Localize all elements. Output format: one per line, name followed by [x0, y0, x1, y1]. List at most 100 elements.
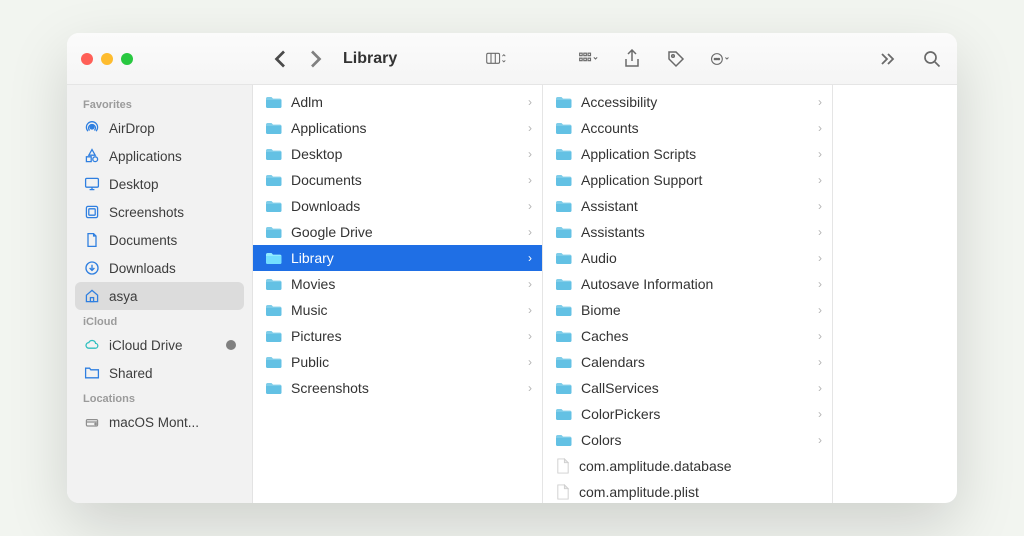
file-row[interactable]: com.amplitude.plist	[543, 479, 832, 503]
folder-row[interactable]: Documents›	[253, 167, 542, 193]
sidebar-section-title: iCloud	[75, 310, 244, 331]
item-name: Audio	[581, 250, 617, 266]
folder-row[interactable]: ColorPickers›	[543, 401, 832, 427]
item-name: Downloads	[291, 198, 360, 214]
folder-icon	[555, 303, 573, 317]
back-button[interactable]	[269, 47, 293, 71]
folder-row[interactable]: Audio›	[543, 245, 832, 271]
folder-row[interactable]: Caches›	[543, 323, 832, 349]
file-row[interactable]: com.amplitude.database	[543, 453, 832, 479]
item-name: Adlm	[291, 94, 323, 110]
chevron-right-icon: ›	[818, 303, 822, 317]
folder-row[interactable]: Application Scripts›	[543, 141, 832, 167]
folder-row[interactable]: Calendars›	[543, 349, 832, 375]
folder-row[interactable]: Application Support ›	[543, 167, 832, 193]
sidebar-item-icloud-drive[interactable]: iCloud Drive	[75, 331, 244, 359]
tags-button[interactable]	[665, 48, 687, 70]
column[interactable]: Accessibility›Accounts›Application Scrip…	[543, 85, 833, 503]
folder-row[interactable]: Accessibility ›	[543, 89, 832, 115]
folder-row[interactable]: Autosave Information›	[543, 271, 832, 297]
doc-icon	[83, 231, 101, 249]
sidebar-item-shared[interactable]: Shared	[75, 359, 244, 387]
sidebar-section-title: Favorites	[75, 93, 244, 114]
sidebar-item-asya[interactable]: asya	[75, 282, 244, 310]
item-name: com.amplitude.database	[579, 458, 732, 474]
folder-row[interactable]: Adlm ›	[253, 89, 542, 115]
folder-row[interactable]: Assistant›	[543, 193, 832, 219]
sidebar-item-applications[interactable]: Applications	[75, 142, 244, 170]
chevron-right-icon: ›	[818, 277, 822, 291]
folder-row[interactable]: Applications›	[253, 115, 542, 141]
share-button[interactable]	[621, 48, 643, 70]
folder-icon	[265, 199, 283, 213]
sidebar-item-airdrop[interactable]: AirDrop	[75, 114, 244, 142]
item-name: Library	[291, 250, 334, 266]
file-icon	[555, 483, 571, 501]
folder-row[interactable]: Colors›	[543, 427, 832, 453]
folder-row[interactable]: Accounts›	[543, 115, 832, 141]
folder-icon	[265, 225, 283, 239]
item-name: Google Drive	[291, 224, 373, 240]
folder-row[interactable]: Downloads ›	[253, 193, 542, 219]
folder-row[interactable]: Assistants›	[543, 219, 832, 245]
window-maximize-button[interactable]	[121, 53, 133, 65]
sidebar: FavoritesAirDrop Applications Desktop Scree…	[67, 85, 253, 503]
column[interactable]: Adlm›Applications›Desktop›Documents›Down…	[253, 85, 543, 503]
folder-row[interactable]: Google Drive›	[253, 219, 542, 245]
folder-row[interactable]: CallServices›	[543, 375, 832, 401]
window-body: FavoritesAirDrop Applications Desktop Scree…	[67, 85, 957, 503]
file-icon	[555, 457, 571, 475]
folder-row[interactable]: Desktop›	[253, 141, 542, 167]
chevron-right-icon: ›	[818, 381, 822, 395]
item-name: Accessibility	[581, 94, 657, 110]
folder-row[interactable]: Biome›	[543, 297, 832, 323]
chevron-right-icon: ›	[818, 95, 822, 109]
window-close-button[interactable]	[81, 53, 93, 65]
sidebar-item-downloads[interactable]: Downloads	[75, 254, 244, 282]
folder-row[interactable]: Pictures›	[253, 323, 542, 349]
forward-button[interactable]	[303, 47, 327, 71]
sidebar-item-documents[interactable]: Documents	[75, 226, 244, 254]
folder-icon	[555, 199, 573, 213]
sidebar-item-label: Desktop	[109, 177, 159, 192]
column-view: Adlm›Applications›Desktop›Documents›Down…	[253, 85, 957, 503]
window-minimize-button[interactable]	[101, 53, 113, 65]
sidebar-item-desktop[interactable]: Desktop	[75, 170, 244, 198]
folder-icon	[555, 225, 573, 239]
folder-row[interactable]: Movies›	[253, 271, 542, 297]
item-name: Public	[291, 354, 329, 370]
cloud-icon	[83, 336, 101, 354]
item-name: Application Support	[581, 172, 702, 188]
overflow-button[interactable]	[877, 48, 899, 70]
more-actions-button[interactable]	[709, 48, 731, 70]
sidebar-item-screenshots[interactable]: Screenshots	[75, 198, 244, 226]
item-name: Assistant	[581, 198, 638, 214]
chevron-right-icon: ›	[818, 433, 822, 447]
chevron-right-icon: ›	[528, 95, 532, 109]
item-name: Accounts	[581, 120, 639, 136]
chevron-right-icon: ›	[818, 173, 822, 187]
group-by-button[interactable]	[577, 48, 599, 70]
sidebar-item-label: Applications	[109, 149, 182, 164]
folder-icon	[265, 95, 283, 109]
shared-icon	[83, 364, 101, 382]
sidebar-item-label: macOS Mont...	[109, 415, 199, 430]
item-name: Calendars	[581, 354, 645, 370]
item-name: Pictures	[291, 328, 342, 344]
folder-row[interactable]: Music›	[253, 297, 542, 323]
chevron-right-icon: ›	[818, 407, 822, 421]
folder-row[interactable]: Library›	[253, 245, 542, 271]
sidebar-item-macos-mont[interactable]: macOS Mont...	[75, 408, 244, 436]
chevron-right-icon: ›	[528, 199, 532, 213]
search-button[interactable]	[921, 48, 943, 70]
folder-icon	[265, 121, 283, 135]
view-mode-button[interactable]	[485, 48, 507, 70]
home-icon	[83, 287, 101, 305]
item-name: Caches	[581, 328, 628, 344]
folder-row[interactable]: Screenshots›	[253, 375, 542, 401]
chevron-right-icon: ›	[528, 355, 532, 369]
folder-icon	[555, 121, 573, 135]
chevron-right-icon: ›	[528, 381, 532, 395]
column[interactable]	[833, 85, 957, 503]
folder-row[interactable]: Public ›	[253, 349, 542, 375]
